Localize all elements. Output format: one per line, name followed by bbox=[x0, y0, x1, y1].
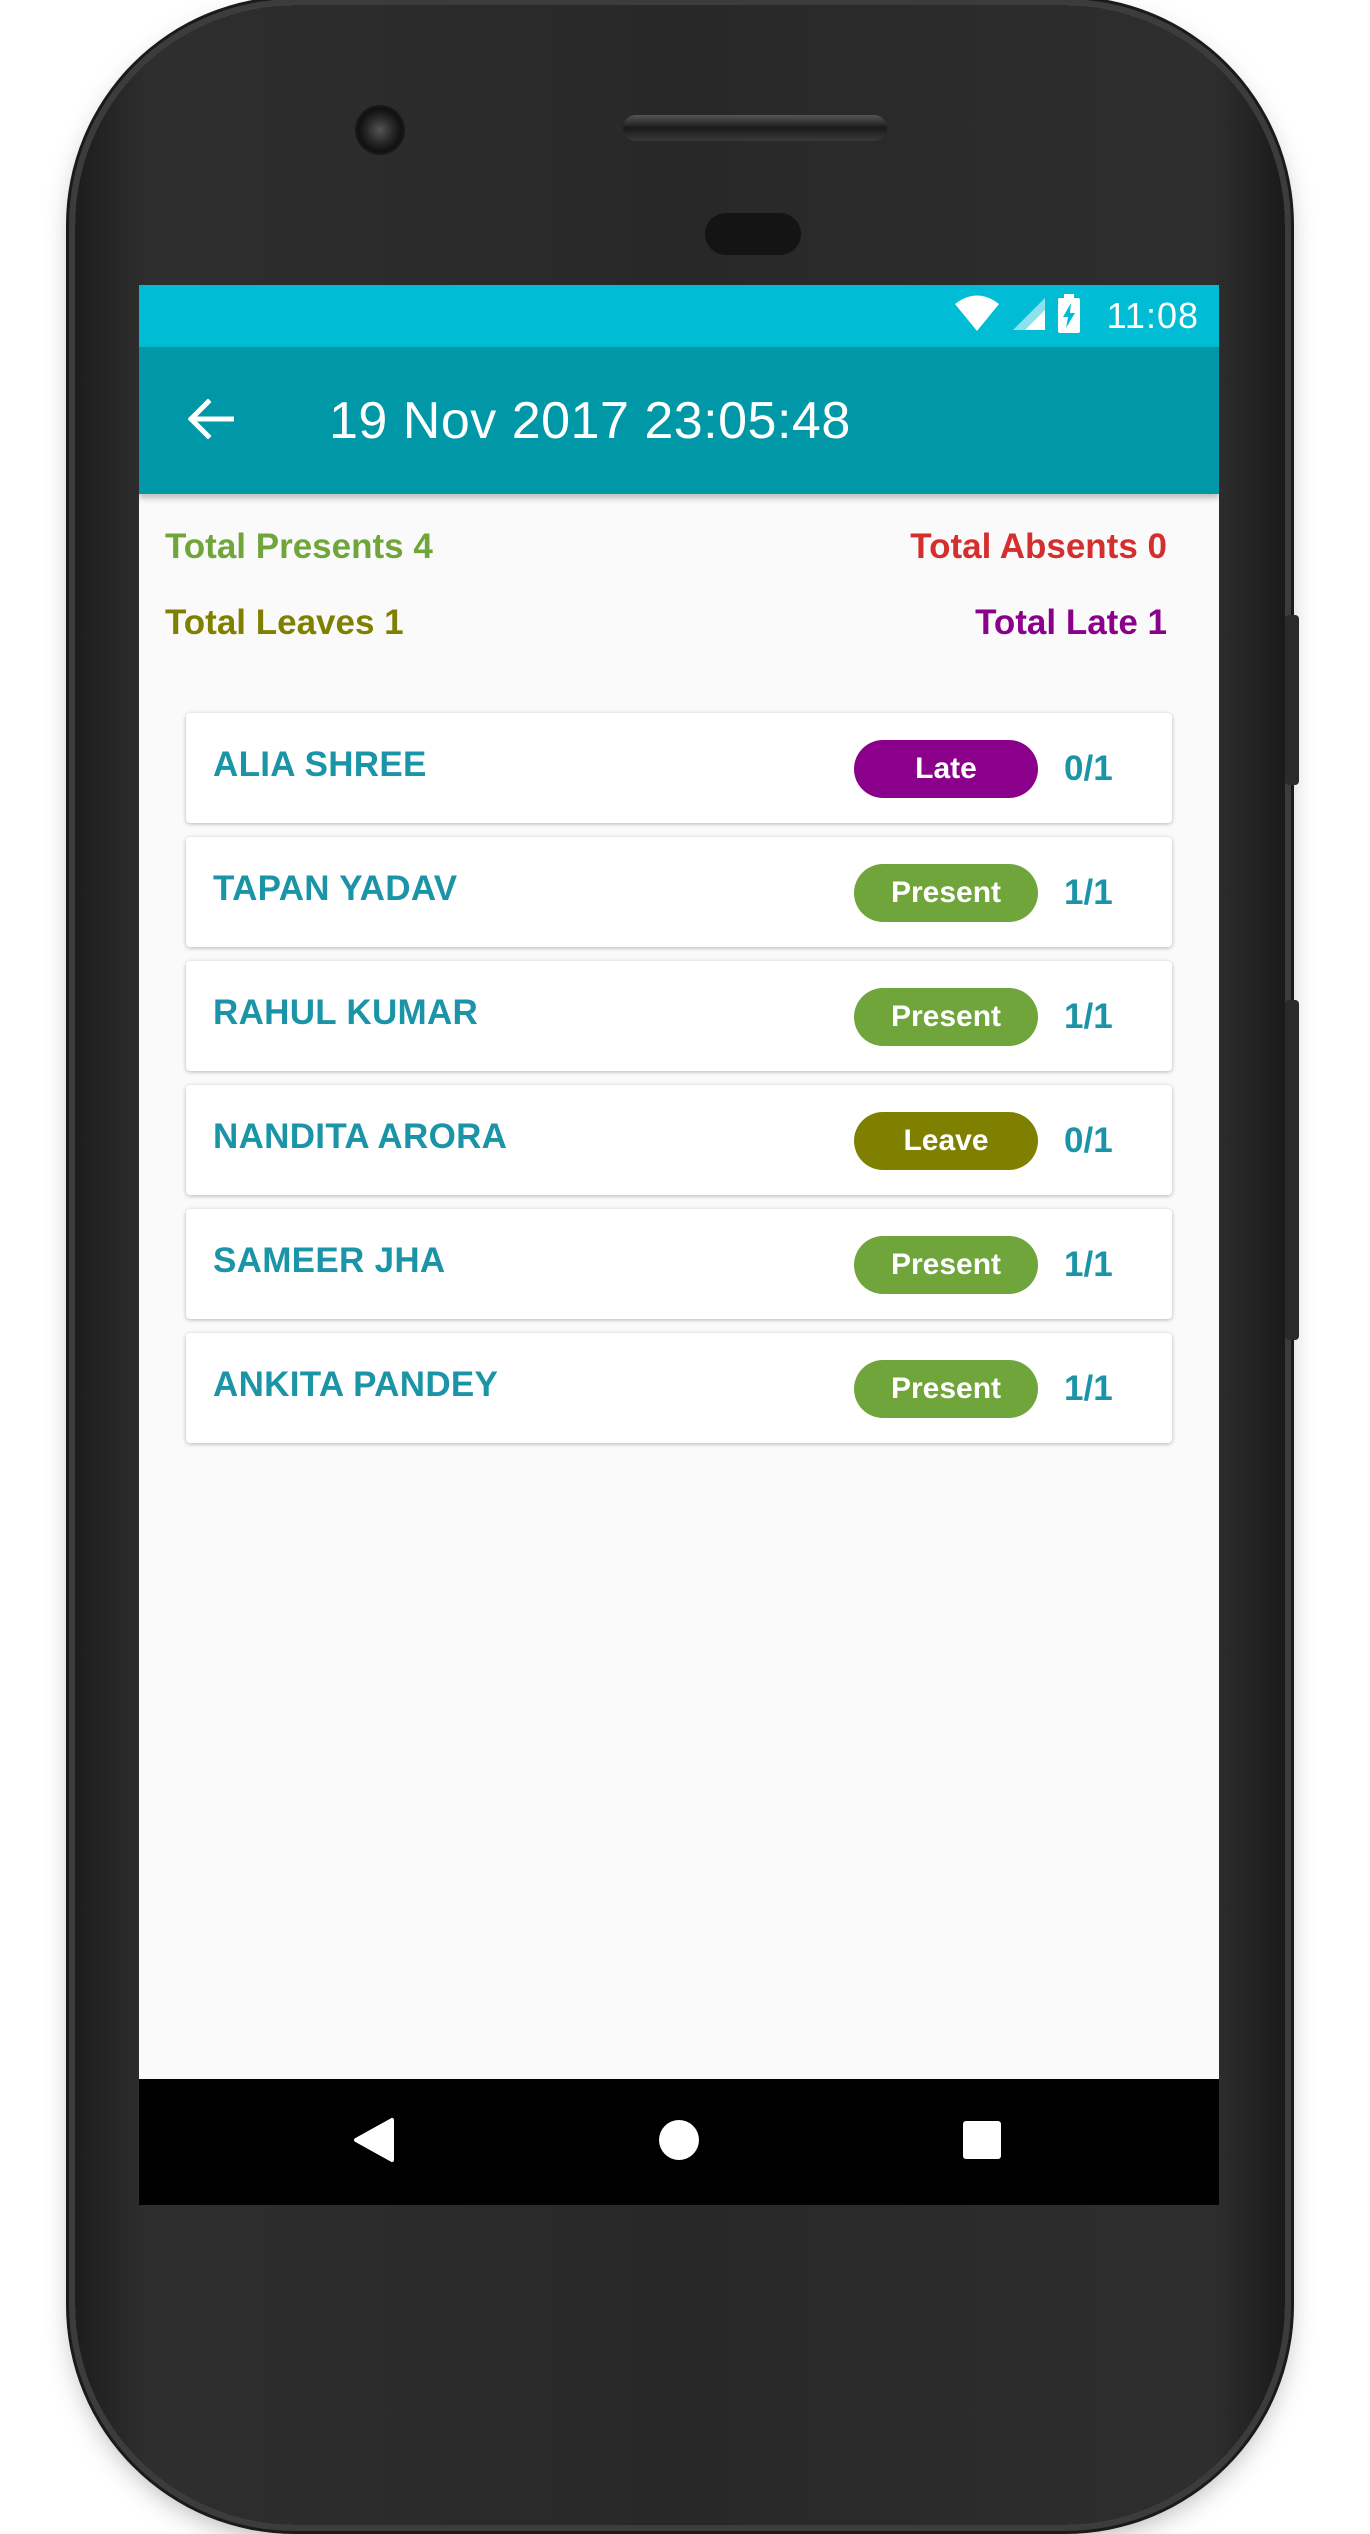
square-recents-icon bbox=[962, 2120, 1002, 2165]
app-bar: 19 Nov 2017 23:05:48 bbox=[139, 347, 1219, 494]
attendance-score: 0/1 bbox=[1064, 749, 1113, 788]
student-card[interactable]: ALIA SHREE Late 0/1 bbox=[186, 713, 1172, 823]
total-presents: Total Presents 4 bbox=[165, 527, 433, 566]
attendance-score: 1/1 bbox=[1064, 1245, 1113, 1284]
attendance-score: 1/1 bbox=[1064, 1369, 1113, 1408]
total-late: Total Late 1 bbox=[975, 603, 1167, 642]
student-list: ALIA SHREE Late 0/1 TAPAN YADAV Present … bbox=[186, 713, 1172, 1457]
proximity-sensor bbox=[705, 213, 801, 255]
status-badge: Late bbox=[854, 740, 1038, 798]
volume-button bbox=[1285, 1000, 1299, 1340]
student-card[interactable]: RAHUL KUMAR Present 1/1 bbox=[186, 961, 1172, 1071]
student-card[interactable]: TAPAN YADAV Present 1/1 bbox=[186, 837, 1172, 947]
earpiece-speaker bbox=[623, 115, 887, 141]
attendance-score: 1/1 bbox=[1064, 873, 1113, 912]
student-name: SAMEER JHA bbox=[213, 1241, 446, 1280]
front-camera bbox=[355, 105, 405, 155]
page-title: 19 Nov 2017 23:05:48 bbox=[329, 392, 851, 450]
arrow-left-icon bbox=[187, 397, 235, 444]
status-bar: 11:08 bbox=[139, 285, 1219, 347]
cell-signal-icon bbox=[1011, 296, 1047, 337]
status-badge: Leave bbox=[854, 1112, 1038, 1170]
status-time: 11:08 bbox=[1106, 295, 1199, 336]
attendance-summary: Total Presents 4 Total Absents 0 Total L… bbox=[139, 494, 1219, 684]
total-leaves: Total Leaves 1 bbox=[165, 603, 404, 642]
status-badge: Present bbox=[854, 988, 1038, 1046]
student-card[interactable]: NANDITA ARORA Leave 0/1 bbox=[186, 1085, 1172, 1195]
status-badge: Present bbox=[854, 1360, 1038, 1418]
triangle-back-icon bbox=[352, 2116, 396, 2169]
nav-home-button[interactable] bbox=[649, 2112, 709, 2172]
power-button bbox=[1285, 615, 1299, 785]
wifi-icon bbox=[953, 295, 1001, 338]
back-button[interactable] bbox=[179, 389, 243, 453]
student-name: NANDITA ARORA bbox=[213, 1117, 508, 1156]
battery-charging-icon bbox=[1057, 293, 1081, 339]
student-name: RAHUL KUMAR bbox=[213, 993, 479, 1032]
student-name: ALIA SHREE bbox=[213, 745, 427, 784]
attendance-score: 0/1 bbox=[1064, 1121, 1113, 1160]
student-card[interactable]: ANKITA PANDEY Present 1/1 bbox=[186, 1333, 1172, 1443]
student-card[interactable]: SAMEER JHA Present 1/1 bbox=[186, 1209, 1172, 1319]
status-icons: 11:08 bbox=[953, 285, 1199, 347]
total-absents: Total Absents 0 bbox=[910, 527, 1167, 566]
student-name: TAPAN YADAV bbox=[213, 869, 458, 908]
nav-recents-button[interactable] bbox=[952, 2112, 1012, 2172]
student-name: ANKITA PANDEY bbox=[213, 1365, 499, 1404]
attendance-score: 1/1 bbox=[1064, 997, 1113, 1036]
status-badge: Present bbox=[854, 1236, 1038, 1294]
screen: 11:08 19 Nov 2017 23:05:48 Total Present… bbox=[139, 285, 1219, 2205]
circle-home-icon bbox=[657, 2118, 701, 2167]
nav-back-button[interactable] bbox=[344, 2112, 404, 2172]
navigation-bar bbox=[139, 2079, 1219, 2205]
status-badge: Present bbox=[854, 864, 1038, 922]
